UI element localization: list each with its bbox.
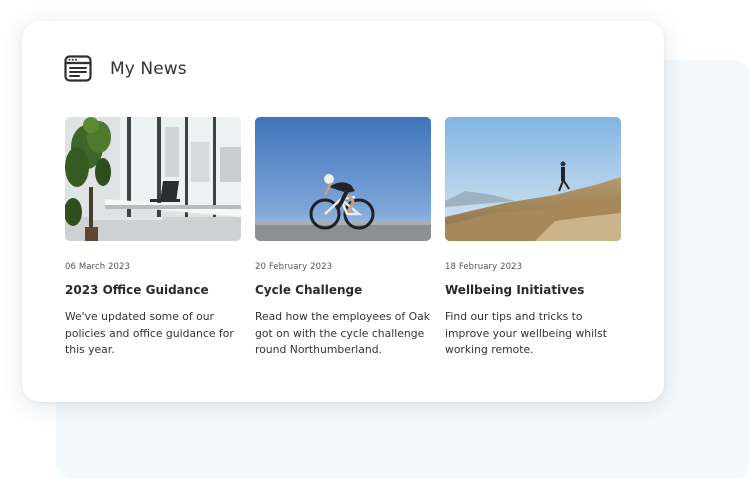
my-news-widget: My News 06 March 2023 2023 Office Guidan… xyxy=(22,21,664,402)
article-headline[interactable]: Wellbeing Initiatives xyxy=(445,283,621,297)
widget-title: My News xyxy=(110,58,187,79)
article-headline[interactable]: Cycle Challenge xyxy=(255,283,431,297)
news-card[interactable]: 20 February 2023 Cycle Challenge Read ho… xyxy=(255,117,431,359)
article-date: 18 February 2023 xyxy=(445,262,523,272)
news-list: 06 March 2023 2023 Office Guidance We've… xyxy=(65,117,635,359)
widget-header: My News xyxy=(64,55,187,82)
article-date: 20 February 2023 xyxy=(255,262,333,272)
news-browser-icon xyxy=(64,55,92,82)
article-date: 06 March 2023 xyxy=(65,262,131,272)
article-description: Find our tips and tricks to improve your… xyxy=(445,310,607,356)
cyclist-photo[interactable] xyxy=(255,117,431,241)
article-headline[interactable]: 2023 Office Guidance xyxy=(65,283,241,297)
news-card[interactable]: 06 March 2023 2023 Office Guidance We've… xyxy=(65,117,241,359)
news-card[interactable]: 18 February 2023 Wellbeing Initiatives F… xyxy=(445,117,621,359)
article-description: Read how the employees of Oak got on wit… xyxy=(255,310,430,356)
article-description: We've updated some of our policies and o… xyxy=(65,310,234,356)
office-photo[interactable] xyxy=(65,117,241,241)
hill-runner-photo[interactable] xyxy=(445,117,621,241)
